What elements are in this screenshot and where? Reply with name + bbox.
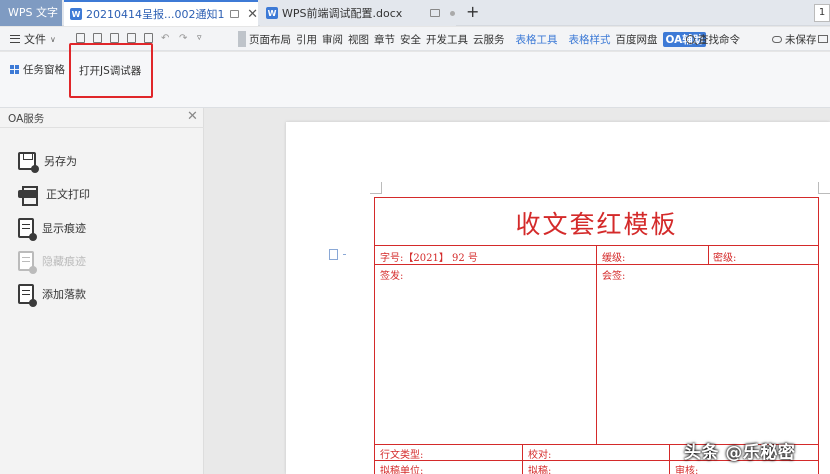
- menu-tab[interactable]: 页面布局: [249, 32, 291, 47]
- show-revisions-label: 显示痕迹: [42, 222, 86, 235]
- new-doc-icon[interactable]: [76, 33, 85, 43]
- menu-tab[interactable]: 开发工具: [426, 32, 468, 47]
- hide-revisions-button[interactable]: 隐藏痕迹: [18, 251, 86, 274]
- doc-number-field[interactable]: 字号:【2021】 92 号: [380, 249, 478, 264]
- monitor-icon: [230, 10, 240, 18]
- tab-counter[interactable]: 1: [814, 4, 830, 22]
- paragraph-marker-icon[interactable]: [329, 249, 338, 260]
- menu-tab-table-tools[interactable]: 表格工具: [516, 32, 558, 47]
- add-signature-icon: [18, 284, 37, 307]
- form-title: 收文套红模板: [515, 210, 678, 239]
- countersign-field[interactable]: 会签:: [602, 267, 625, 282]
- watermark: 头条 @乐秘密: [684, 443, 796, 463]
- tab-dot-icon: [450, 10, 456, 16]
- table-line: [522, 444, 523, 474]
- unsaved-status[interactable]: 未保存: [772, 32, 817, 47]
- hide-revisions-label: 隐藏痕迹: [42, 255, 86, 268]
- highlight-annotation-box: [69, 43, 153, 98]
- save-icon[interactable]: [110, 33, 119, 43]
- preview-icon[interactable]: [144, 33, 153, 43]
- paragraph-marker-dot: [343, 254, 346, 255]
- print-body-button[interactable]: 正文打印: [18, 186, 90, 206]
- document-tab[interactable]: W WPS前端调试配置.docx: [260, 0, 456, 26]
- hide-revisions-icon: [18, 251, 37, 274]
- file-menu[interactable]: 文件 ∨: [10, 31, 56, 47]
- menu-divider: [238, 31, 246, 47]
- menu-tab[interactable]: 章节: [374, 32, 395, 47]
- document-tab-title: WPS前端调试配置.docx: [282, 7, 403, 20]
- hamburger-icon: [10, 35, 20, 43]
- open-icon[interactable]: [93, 33, 102, 43]
- find-command[interactable]: 查找命令: [686, 32, 740, 47]
- chevron-down-icon: ∨: [50, 34, 56, 44]
- print-icon: [18, 186, 38, 206]
- sign-off-field[interactable]: 签发:: [380, 267, 403, 282]
- unsaved-label: 未保存: [785, 34, 817, 46]
- show-revisions-icon: [18, 218, 37, 241]
- table-line: [708, 245, 709, 264]
- title-bar: WPS 文字 W 20210414呈报...002通知11111 ✕ W WPS…: [0, 0, 830, 26]
- oa-service-panel: OA服务 ✕ 另存为 正文打印 显示痕迹 隐藏痕迹 添加落款: [0, 108, 204, 474]
- table-line: [596, 245, 597, 444]
- undo-icon[interactable]: ↶: [161, 33, 171, 44]
- menu-tab[interactable]: 安全: [400, 32, 421, 47]
- panel-header: OA服务 ✕: [0, 108, 204, 128]
- share-icon[interactable]: [818, 35, 828, 43]
- cloud-icon: [772, 36, 782, 43]
- document-tab-active[interactable]: W 20210414呈报...002通知11111 ✕: [64, 0, 258, 26]
- menu-tab-table-style[interactable]: 表格样式: [569, 32, 611, 47]
- menu-tabs: 页面布局 引用 审阅 视图 章节 安全 开发工具 云服务 表格工具 表格样式 百…: [249, 32, 707, 47]
- secrecy-field[interactable]: 密级:: [713, 249, 736, 264]
- task-pane-button[interactable]: 任务窗格: [10, 62, 65, 77]
- new-tab-button[interactable]: +: [466, 2, 479, 21]
- file-menu-label: 文件: [24, 33, 46, 46]
- customize-toolbar-icon[interactable]: ▿: [197, 33, 205, 43]
- menu-tab[interactable]: 云服务: [473, 32, 505, 47]
- app-name-tab[interactable]: WPS 文字: [0, 0, 62, 26]
- word-doc-icon: W: [266, 7, 278, 19]
- close-tab-icon[interactable]: ✕: [247, 7, 258, 22]
- menu-tab[interactable]: 百度网盘: [616, 32, 658, 47]
- task-pane-label: 任务窗格: [23, 64, 65, 76]
- review-field[interactable]: 审核:: [675, 462, 698, 474]
- drafting-unit-field[interactable]: 拟稿单位:: [380, 462, 423, 474]
- search-icon: [686, 35, 695, 44]
- save-as-button[interactable]: 另存为: [18, 152, 77, 173]
- close-icon[interactable]: ✕: [187, 109, 198, 124]
- margin-corner-mark: [818, 182, 830, 194]
- menu-tab[interactable]: 审阅: [322, 32, 343, 47]
- quick-access-toolbar: ↶ ↷ ▿: [76, 33, 205, 44]
- menu-tab[interactable]: 引用: [296, 32, 317, 47]
- add-signature-button[interactable]: 添加落款: [18, 284, 86, 307]
- print-body-label: 正文打印: [46, 188, 90, 201]
- margin-corner-mark: [370, 182, 382, 194]
- word-doc-icon: W: [70, 8, 82, 20]
- panel-title: OA服务: [8, 113, 45, 125]
- table-line: [669, 444, 670, 474]
- menu-tab[interactable]: 视图: [348, 32, 369, 47]
- drafter-field[interactable]: 拟稿:: [528, 462, 551, 474]
- save-as-label: 另存为: [44, 155, 77, 168]
- document-tab-title: 20210414呈报...002通知11111: [86, 8, 225, 21]
- grid-icon: [10, 65, 19, 74]
- proofread-field[interactable]: 校对:: [528, 446, 551, 461]
- save-as-icon: [18, 152, 39, 173]
- doc-type-field[interactable]: 行文类型:: [380, 446, 423, 461]
- show-revisions-button[interactable]: 显示痕迹: [18, 218, 86, 241]
- urgency-field[interactable]: 缓级:: [602, 249, 625, 264]
- redo-icon[interactable]: ↷: [179, 33, 189, 44]
- print-icon[interactable]: [127, 33, 136, 43]
- find-command-label: 查找命令: [698, 34, 740, 46]
- add-signature-label: 添加落款: [42, 288, 86, 301]
- monitor-icon: [430, 9, 441, 17]
